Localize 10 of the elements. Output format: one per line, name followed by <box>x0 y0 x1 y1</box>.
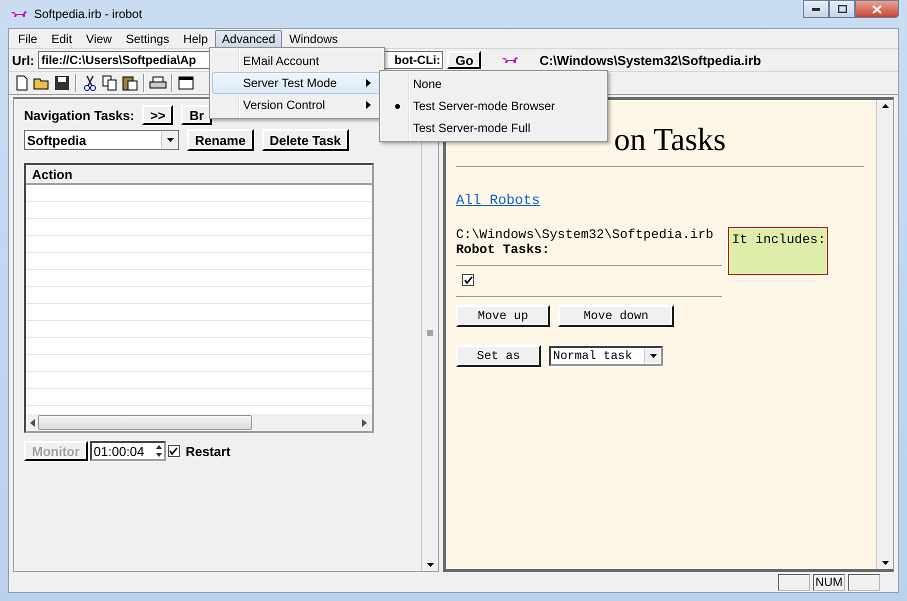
page-heading: on Tasks <box>614 120 726 159</box>
file-path: C:\Windows\System32\Softpedia.irb <box>539 52 762 68</box>
robot-tasks-heading: Robot Tasks: <box>456 242 551 257</box>
file-path: C:\Windows\System32\Softpedia.irb <box>456 227 714 242</box>
num-lock-indicator: NUM <box>813 574 845 590</box>
navigation-tasks-label: Navigation Tasks: <box>24 108 134 122</box>
includes-note: It includes: <box>728 227 828 275</box>
url-label: Url: <box>12 52 34 68</box>
restart-label: Restart <box>186 444 230 458</box>
window-title: Softpedia.irb - irobot <box>34 7 142 21</box>
